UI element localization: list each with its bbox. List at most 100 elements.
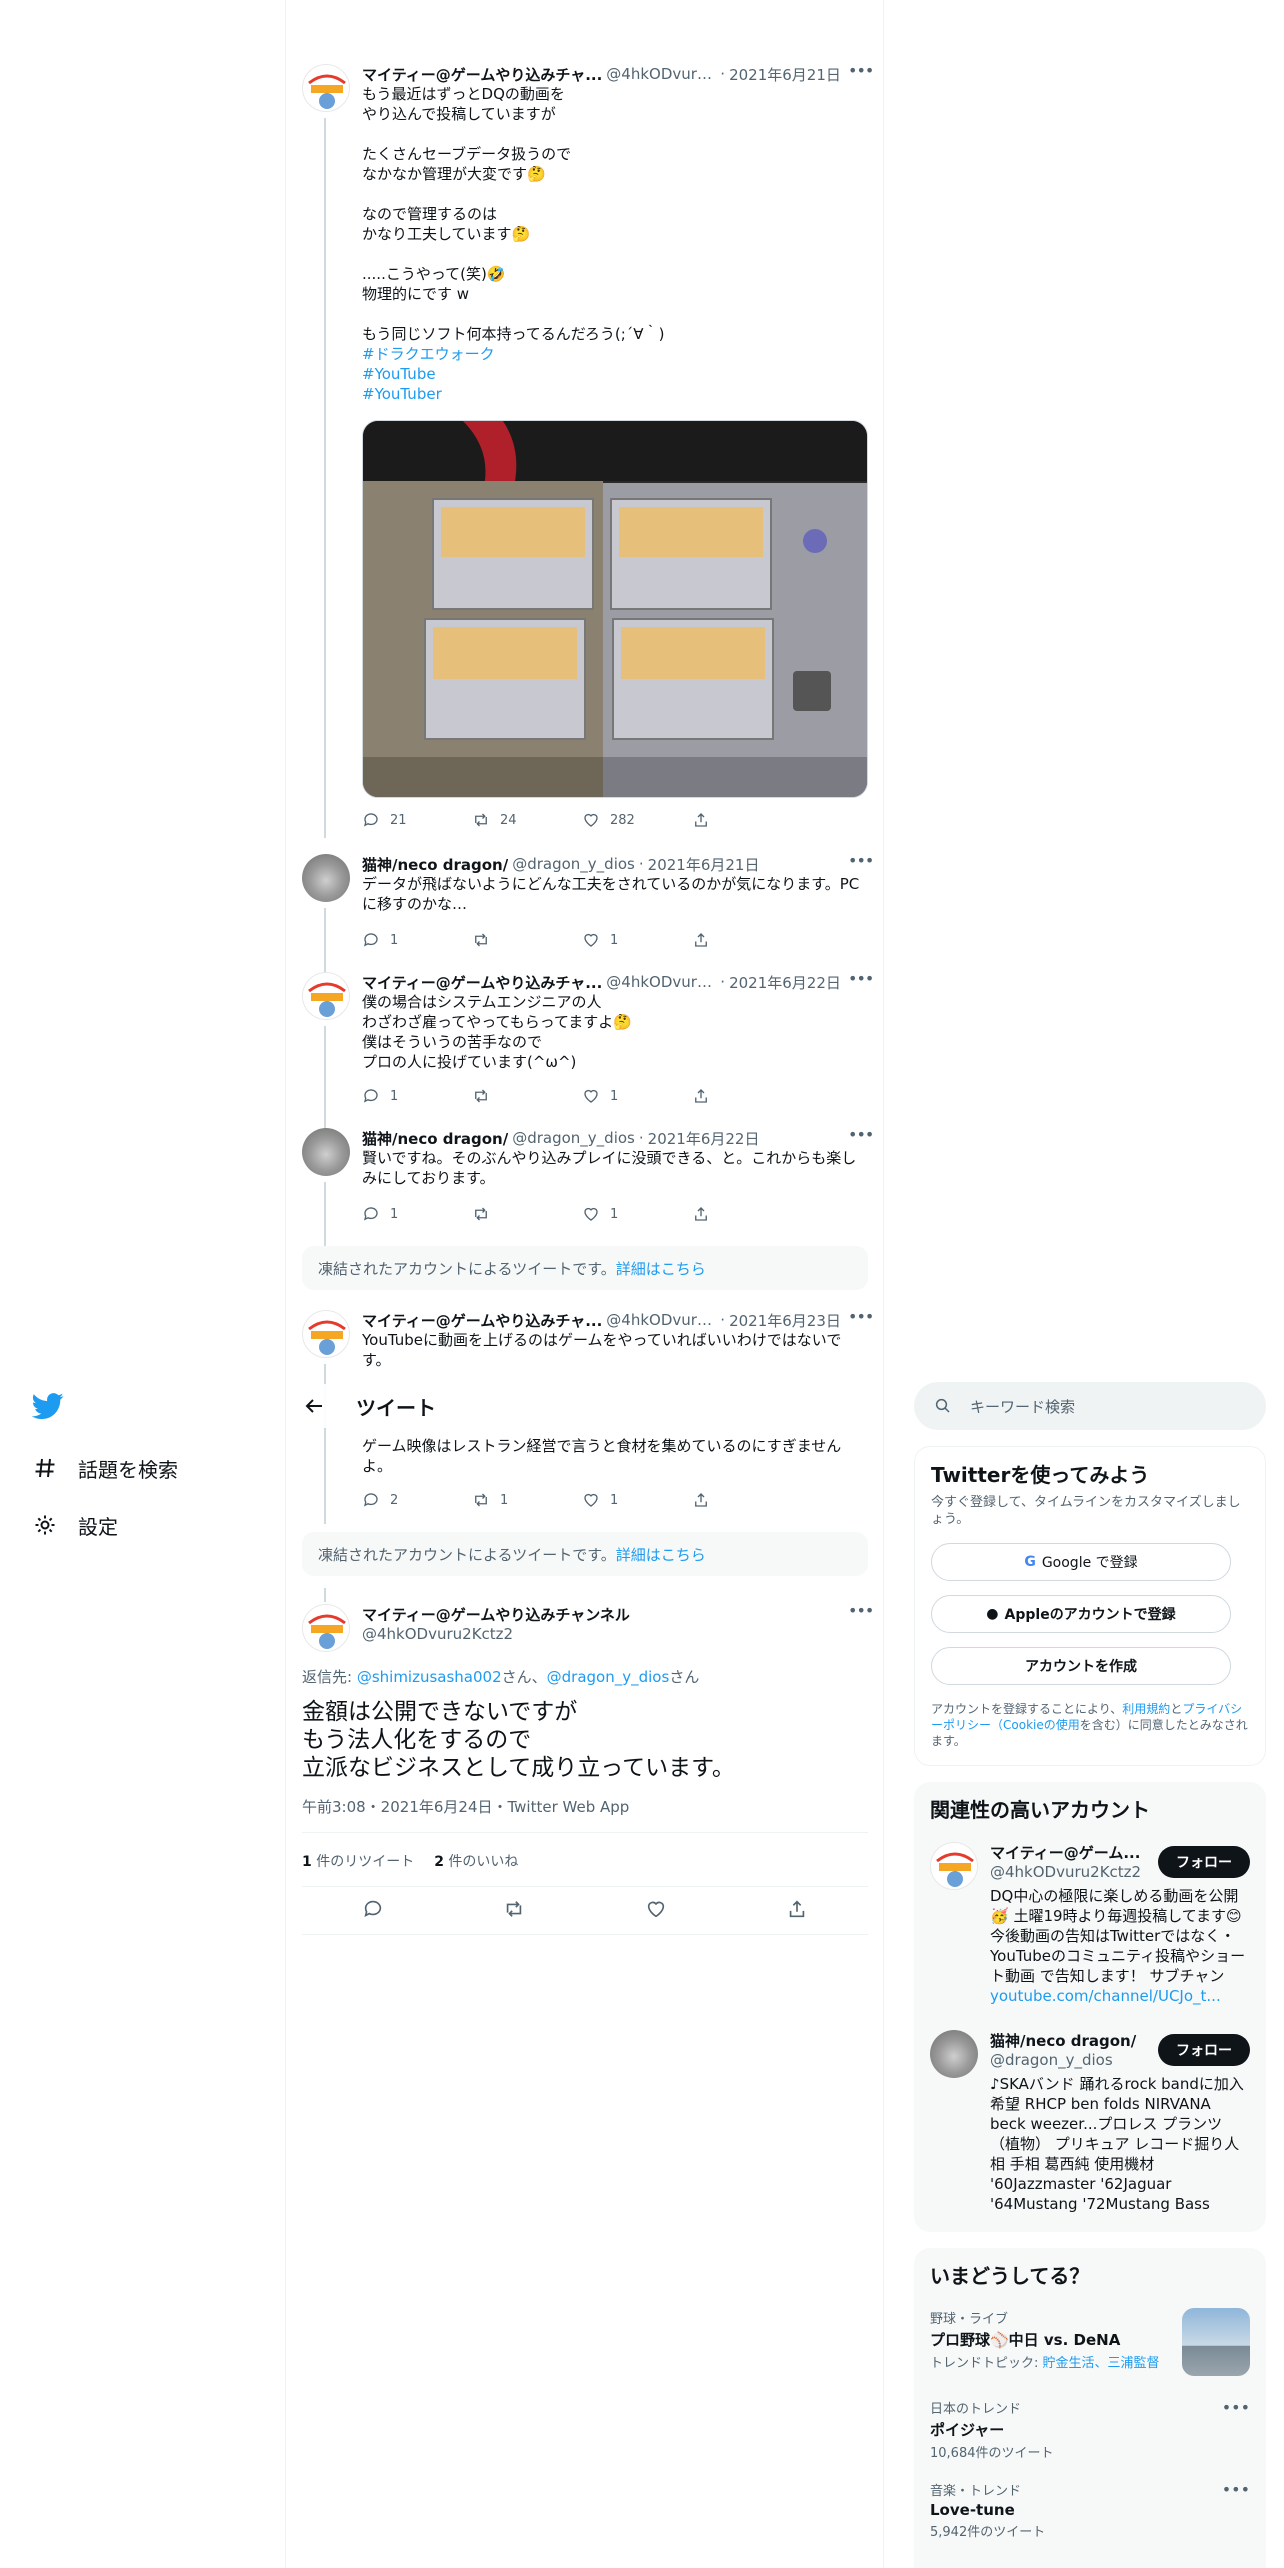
like-icon[interactable] — [645, 1898, 667, 1920]
author-handle[interactable]: @4hkODvuru... — [606, 65, 716, 83]
author-name[interactable]: マイティー@ゲームやり込みチャ... — [362, 1310, 602, 1330]
tweet-date[interactable]: 2021年6月21日 — [648, 854, 760, 874]
share-button[interactable] — [692, 1490, 802, 1510]
retweet-stat[interactable]: 1 件のリツイート — [302, 1851, 414, 1871]
related-account[interactable]: 猫神/neco dragon/ @dragon_y_dios フォロー ♪SKA… — [930, 2030, 1250, 2220]
reply-icon[interactable] — [362, 1898, 384, 1920]
share-button[interactable] — [692, 1204, 802, 1224]
tweet[interactable]: マイティー@ゲームやり込みチャ... @4hkODvuru... · 2021年… — [302, 971, 874, 1136]
share-button[interactable] — [692, 930, 802, 950]
like-button[interactable]: 1 — [582, 1086, 692, 1106]
more-options-icon[interactable]: ••• — [848, 1309, 874, 1330]
google-signup-button[interactable]: G Google で登録 — [931, 1543, 1231, 1581]
retweet-button[interactable]: 1 — [472, 1490, 582, 1510]
author-name[interactable]: 猫神/neco dragon/ — [362, 1128, 508, 1148]
author-handle[interactable]: @4hkODvuru... — [606, 973, 716, 991]
trend-item[interactable]: 日本のトレンド ポイジャー 10,684件のツイート ••• — [930, 2398, 1250, 2461]
avatar[interactable] — [302, 1604, 350, 1652]
author-name[interactable]: マイティー@ゲームやり込みチャンネル — [362, 1604, 630, 1625]
reply-button[interactable]: 1 — [362, 1204, 472, 1224]
tweet-text: もう最近はずっとDQの動画を やり込んで投稿していますが たくさんセーブデータ扱… — [362, 85, 665, 343]
share-button[interactable] — [692, 1086, 802, 1106]
avatar[interactable] — [302, 972, 350, 1020]
like-button[interactable]: 1 — [582, 1490, 692, 1510]
retweet-button[interactable]: 24 — [472, 810, 582, 830]
follow-button[interactable]: フォロー — [1158, 1846, 1250, 1878]
tweet[interactable]: 猫神/neco dragon/ @dragon_y_dios · 2021年6月… — [302, 1127, 874, 1252]
reply-button[interactable]: 1 — [362, 930, 472, 950]
author-handle[interactable]: @dragon_y_dios — [512, 855, 635, 873]
tweet-date[interactable]: 2021年6月23日 — [729, 1310, 841, 1330]
avatar[interactable] — [302, 854, 350, 902]
share-icon[interactable] — [786, 1898, 808, 1920]
author-handle[interactable]: @4hkODvuru... — [606, 1311, 716, 1329]
author-handle[interactable]: @4hkODvuru2Kctz2 — [362, 1625, 630, 1643]
search-placeholder: キーワード検索 — [970, 1397, 1076, 1416]
hashtag-link[interactable]: #YouTuber — [362, 384, 868, 404]
hashtag-link[interactable]: #ドラクエウォーク — [362, 344, 868, 364]
more-options-icon[interactable]: ••• — [848, 1127, 874, 1148]
more-options-icon[interactable]: ••• — [1222, 2398, 1250, 2417]
reply-button[interactable]: 2 — [362, 1490, 472, 1510]
follow-button[interactable]: フォロー — [1158, 2034, 1250, 2066]
terms-link[interactable]: 利用規約 — [1122, 1702, 1170, 1716]
reply-user-link[interactable]: @dragon_y_dios — [547, 1668, 670, 1686]
avatar[interactable] — [930, 1842, 978, 1890]
learn-more-link[interactable]: 詳細はこちら — [616, 1544, 706, 1565]
reply-san: さん — [669, 1668, 700, 1686]
trend-item[interactable]: 音楽・トレンド Love-tune 5,942件のツイート ••• — [930, 2480, 1250, 2540]
more-options-icon[interactable]: ••• — [1222, 2480, 1250, 2499]
more-options-icon[interactable]: ••• — [848, 1603, 874, 1624]
account-bio: DQ中心の極限に楽しめる動画を公開🥳 土曜19時より毎週投稿してます😊 今後動画… — [990, 1886, 1250, 2006]
like-button[interactable]: 282 — [582, 810, 692, 830]
reply-user-link[interactable]: @shimizusasha002 — [357, 1668, 502, 1686]
reply-button[interactable]: 21 — [362, 810, 472, 830]
avatar[interactable] — [302, 64, 350, 112]
tweet[interactable]: マイティー@ゲームやり込みチャ... @4hkODvuru... · 2021年… — [302, 63, 874, 838]
retweet-icon[interactable] — [503, 1898, 525, 1920]
author-name[interactable]: マイティー@ゲームやり込みチャ... — [362, 64, 602, 84]
more-options-icon[interactable]: ••• — [848, 853, 874, 874]
share-button[interactable] — [692, 810, 802, 830]
avatar[interactable] — [302, 1128, 350, 1176]
nav-explore[interactable]: 話題を検索 — [32, 1448, 178, 1488]
legal-text: アカウントを登録することにより、 — [931, 1702, 1123, 1716]
retweet-button[interactable] — [472, 930, 582, 950]
search-box[interactable]: キーワード検索 — [914, 1382, 1266, 1430]
tweet-meta: 猫神/neco dragon/ @dragon_y_dios · 2021年6月… — [362, 1128, 868, 1148]
author-name[interactable]: 猫神/neco dragon/ — [362, 854, 508, 874]
avatar[interactable] — [302, 1310, 350, 1358]
tweet-photo[interactable] — [362, 420, 868, 798]
author-handle[interactable]: @dragon_y_dios — [512, 1129, 635, 1147]
create-account-button[interactable]: アカウントを作成 — [931, 1647, 1231, 1685]
more-options-icon[interactable]: ••• — [848, 971, 874, 992]
suspended-notice: 凍結されたアカウントによるツイートです。 詳細はこちら — [302, 1532, 868, 1576]
tweet[interactable]: 猫神/neco dragon/ @dragon_y_dios · 2021年6月… — [302, 853, 874, 978]
twitter-logo-icon[interactable] — [31, 1390, 64, 1422]
bio-link[interactable]: youtube.com/channel/UCJo_t... — [990, 1987, 1221, 2005]
related-account[interactable]: マイティー@ゲーム... @4hkODvuru2Kctz2 フォロー DQ中心の… — [930, 1842, 1250, 2012]
like-stat[interactable]: 2 件のいいね — [434, 1851, 518, 1871]
apple-signup-button[interactable]: ● Appleのアカウントで登録 — [931, 1595, 1231, 1633]
trend-topic-links[interactable]: 貯金生活、三浦監督 — [1043, 2356, 1160, 2371]
tweet-timestamp[interactable]: 午前3:08・2021年6月24日・Twitter Web App — [302, 1796, 629, 1817]
reply-to: 返信先: @shimizusasha002さん、@dragon_y_diosさん — [302, 1666, 699, 1687]
back-arrow-icon[interactable] — [302, 1394, 326, 1418]
avatar[interactable] — [930, 2030, 978, 2078]
tweet-date[interactable]: 2021年6月22日 — [648, 1128, 760, 1148]
learn-more-link[interactable]: 詳細はこちら — [616, 1258, 706, 1279]
tweet-date[interactable]: 2021年6月22日 — [729, 972, 841, 992]
nav-settings[interactable]: 設定 — [32, 1505, 118, 1545]
focused-tweet-author: マイティー@ゲームやり込みチャンネル @4hkODvuru2Kctz2 ••• — [302, 1603, 874, 1654]
retweet-button[interactable] — [472, 1204, 582, 1224]
tweet-date[interactable]: 2021年6月21日 — [729, 64, 841, 84]
retweet-button[interactable] — [472, 1086, 582, 1106]
like-button[interactable]: 1 — [582, 1204, 692, 1224]
hashtag-link[interactable]: #YouTube — [362, 364, 868, 384]
author-name[interactable]: マイティー@ゲームやり込みチャ... — [362, 972, 602, 992]
author-block[interactable]: マイティー@ゲームやり込みチャンネル @4hkODvuru2Kctz2 — [362, 1604, 630, 1643]
trend-item[interactable]: 野球・ライブ プロ野球⚾中日 vs. DeNA トレンドトピック: 貯金生活、三… — [930, 2308, 1250, 2384]
more-options-icon[interactable]: ••• — [848, 63, 874, 84]
like-button[interactable]: 1 — [582, 930, 692, 950]
reply-button[interactable]: 1 — [362, 1086, 472, 1106]
